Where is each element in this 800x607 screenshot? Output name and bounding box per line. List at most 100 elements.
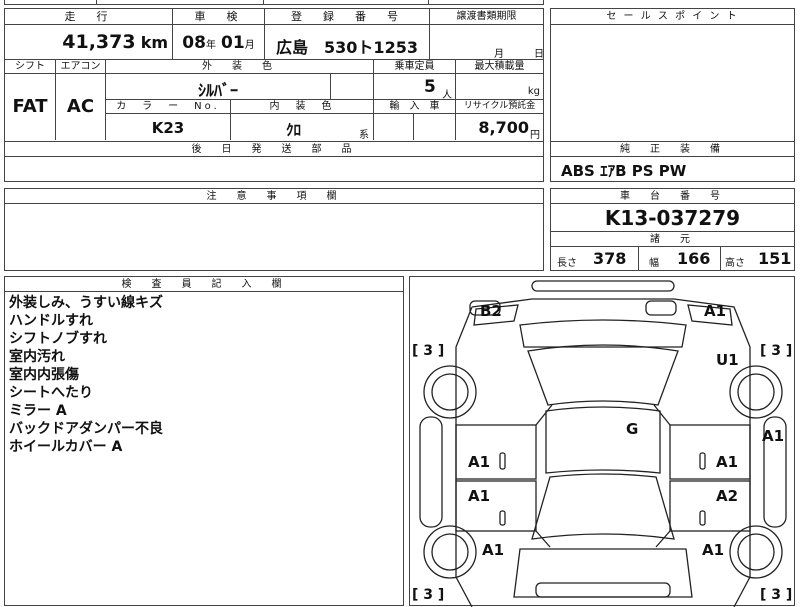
shift-header: シフト	[5, 60, 55, 74]
hood-outline	[519, 319, 687, 348]
dimension-length-label: 長さ	[557, 258, 577, 269]
recycle-unit: 円	[530, 130, 540, 140]
front-bumper	[531, 280, 675, 292]
damage-mark: A1	[468, 487, 490, 505]
inspector-note: ホイールカバー A	[9, 439, 123, 455]
ac-header: エアコン	[55, 60, 105, 74]
shift-value: FAT	[12, 96, 48, 117]
tire-mark-rear-right: [ 3 ]	[760, 587, 792, 603]
transfer-day-unit: 日	[534, 49, 543, 59]
sales-point-box: セ ー ル ス ポ イ ン ト	[550, 8, 795, 142]
exterior-color-value: ｼﾙﾊﾞｰ	[105, 74, 330, 100]
dimension-height-value: 151	[758, 249, 792, 268]
max-load-unit: kg	[527, 86, 540, 97]
import-value-cell-2	[413, 114, 455, 140]
recycle-value-cell: 8,700 円	[455, 114, 543, 140]
inspector-note: 室内内張傷	[9, 367, 79, 383]
damage-mark: A1	[762, 427, 784, 445]
dimension-width-cell: 幅 166	[638, 247, 720, 270]
inspector-note: 外装しみ、うすい線キズ	[9, 295, 163, 311]
car-diagram: B2 A1 U1 G A1 A1 A1 A1 A2 A1 A1 [ 3 ] [ …	[412, 280, 792, 607]
exterior-color-extra	[330, 74, 373, 100]
transfer-month-unit: 月	[494, 49, 504, 59]
capacity-unit: 人	[442, 90, 452, 100]
top-fragment-divider-2	[263, 0, 264, 5]
max-load-value-cell: kg	[455, 74, 543, 100]
interior-color-suffix: 系	[359, 130, 369, 140]
inspector-note: バックドアダンパー不良	[9, 421, 163, 437]
color-no-header: カ ラ ー No.	[105, 100, 230, 114]
damage-mark: A1	[468, 453, 490, 471]
inspector-notes-list: 外装しみ、うすい線キズ ハンドルすれ シフトノブすれ 室内汚れ 室内内張傷 シー…	[5, 294, 403, 594]
genuine-equipment-value: ABS ｴｱB PS PW	[561, 162, 687, 180]
dimension-height-label: 高さ	[725, 258, 745, 269]
car-diagram-box: B2 A1 U1 G A1 A1 A1 A1 A2 A1 A1 [ 3 ] [ …	[409, 276, 795, 607]
roof-outline	[545, 406, 661, 474]
chassis-header: 車 台 番 号	[551, 189, 794, 204]
plate-value: 広島 530ト1253	[264, 25, 429, 59]
mileage-header: 走 行	[5, 9, 172, 25]
later-parts-box: 後 日 発 送 部 品	[4, 142, 544, 182]
ac-value: AC	[55, 74, 105, 140]
damage-mark: A1	[702, 541, 724, 559]
dimension-height-cell: 高さ 151	[720, 247, 794, 270]
capacity-value-cell: 5 人	[373, 74, 455, 100]
windshield	[527, 344, 679, 406]
interior-color-value: ｸﾛ	[286, 121, 302, 139]
summary-table: 走 行 41,373 km 車 検 08年 01月 登 録 番 号 広島 530…	[4, 8, 544, 60]
inspector-box: 検 査 員 記 入 欄 外装しみ、うすい線キズ ハンドルすれ シフトノブすれ 室…	[4, 276, 404, 606]
dimension-width-value: 166	[677, 249, 711, 268]
transfer-header: 譲渡書類期限	[429, 9, 543, 25]
damage-mark: A1	[704, 302, 726, 320]
damage-mark: G	[626, 420, 638, 438]
capacity-value: 5	[424, 77, 436, 97]
top-fragment-divider-1	[96, 0, 97, 5]
import-value-cell	[373, 114, 413, 140]
caution-header: 注 意 事 項 欄	[5, 189, 543, 204]
tire-mark-front-left: [ 3 ]	[412, 343, 444, 359]
inspection-month-unit: 月	[244, 40, 255, 51]
exterior-color-header: 外 装 色	[105, 60, 373, 74]
dimensions-header: 諸 元	[551, 232, 794, 247]
tire-mark-rear-left: [ 3 ]	[412, 587, 444, 603]
inspection-year: 08	[182, 33, 206, 53]
top-fragment-divider-3	[428, 0, 429, 5]
inspection-month: 01	[221, 33, 245, 53]
mirror-right-top	[645, 300, 677, 316]
chassis-box: 車 台 番 号 K13-037279 諸 元 長さ 378 幅 166 高さ 1…	[550, 188, 795, 271]
mileage-unit: km	[140, 33, 168, 52]
interior-color-header: 内 装 色	[230, 100, 373, 114]
damage-mark: A2	[716, 487, 738, 505]
sales-point-header: セ ー ル ス ポ イ ン ト	[551, 9, 794, 25]
rear-outline	[513, 548, 693, 598]
inspector-note: ハンドルすれ	[9, 313, 93, 329]
dimension-length-cell: 長さ 378	[551, 247, 638, 270]
damage-mark: B2	[480, 302, 502, 320]
color-no-value: K23	[105, 114, 230, 140]
damage-mark: A1	[716, 453, 738, 471]
rear-window	[531, 473, 675, 540]
later-parts-header: 後 日 発 送 部 品	[5, 142, 543, 157]
capacity-header: 乗車定員	[373, 60, 455, 74]
caution-box: 注 意 事 項 欄	[4, 188, 544, 271]
top-fragment-left	[4, 0, 544, 5]
genuine-equipment-box: 純 正 装 備 ABS ｴｱB PS PW	[550, 142, 795, 182]
mileage-value-cell: 41,373 km	[5, 25, 172, 59]
max-load-header: 最大積載量	[455, 60, 543, 74]
inspector-note: 室内汚れ	[9, 349, 65, 365]
inspection-value-cell: 08年 01月	[172, 25, 264, 59]
dimension-width-label: 幅	[649, 258, 659, 269]
transfer-value-cell: 月 日	[429, 25, 543, 59]
chassis-number: K13-037279	[551, 204, 794, 232]
damage-mark: U1	[716, 351, 739, 369]
rear-bumper	[535, 582, 671, 598]
inspector-note: シートへたり	[9, 385, 93, 401]
dimension-length-value: 378	[593, 249, 627, 268]
inspector-note: ミラー A	[9, 403, 67, 419]
recycle-header: リサイクル預託金	[455, 100, 543, 114]
inspector-header: 検 査 員 記 入 欄	[5, 277, 403, 292]
damage-mark: A1	[482, 541, 504, 559]
inspector-note: シフトノブすれ	[9, 331, 107, 347]
mileage-value: 41,373	[62, 31, 136, 53]
interior-color-value-cell: ｸﾛ 系	[230, 114, 373, 140]
